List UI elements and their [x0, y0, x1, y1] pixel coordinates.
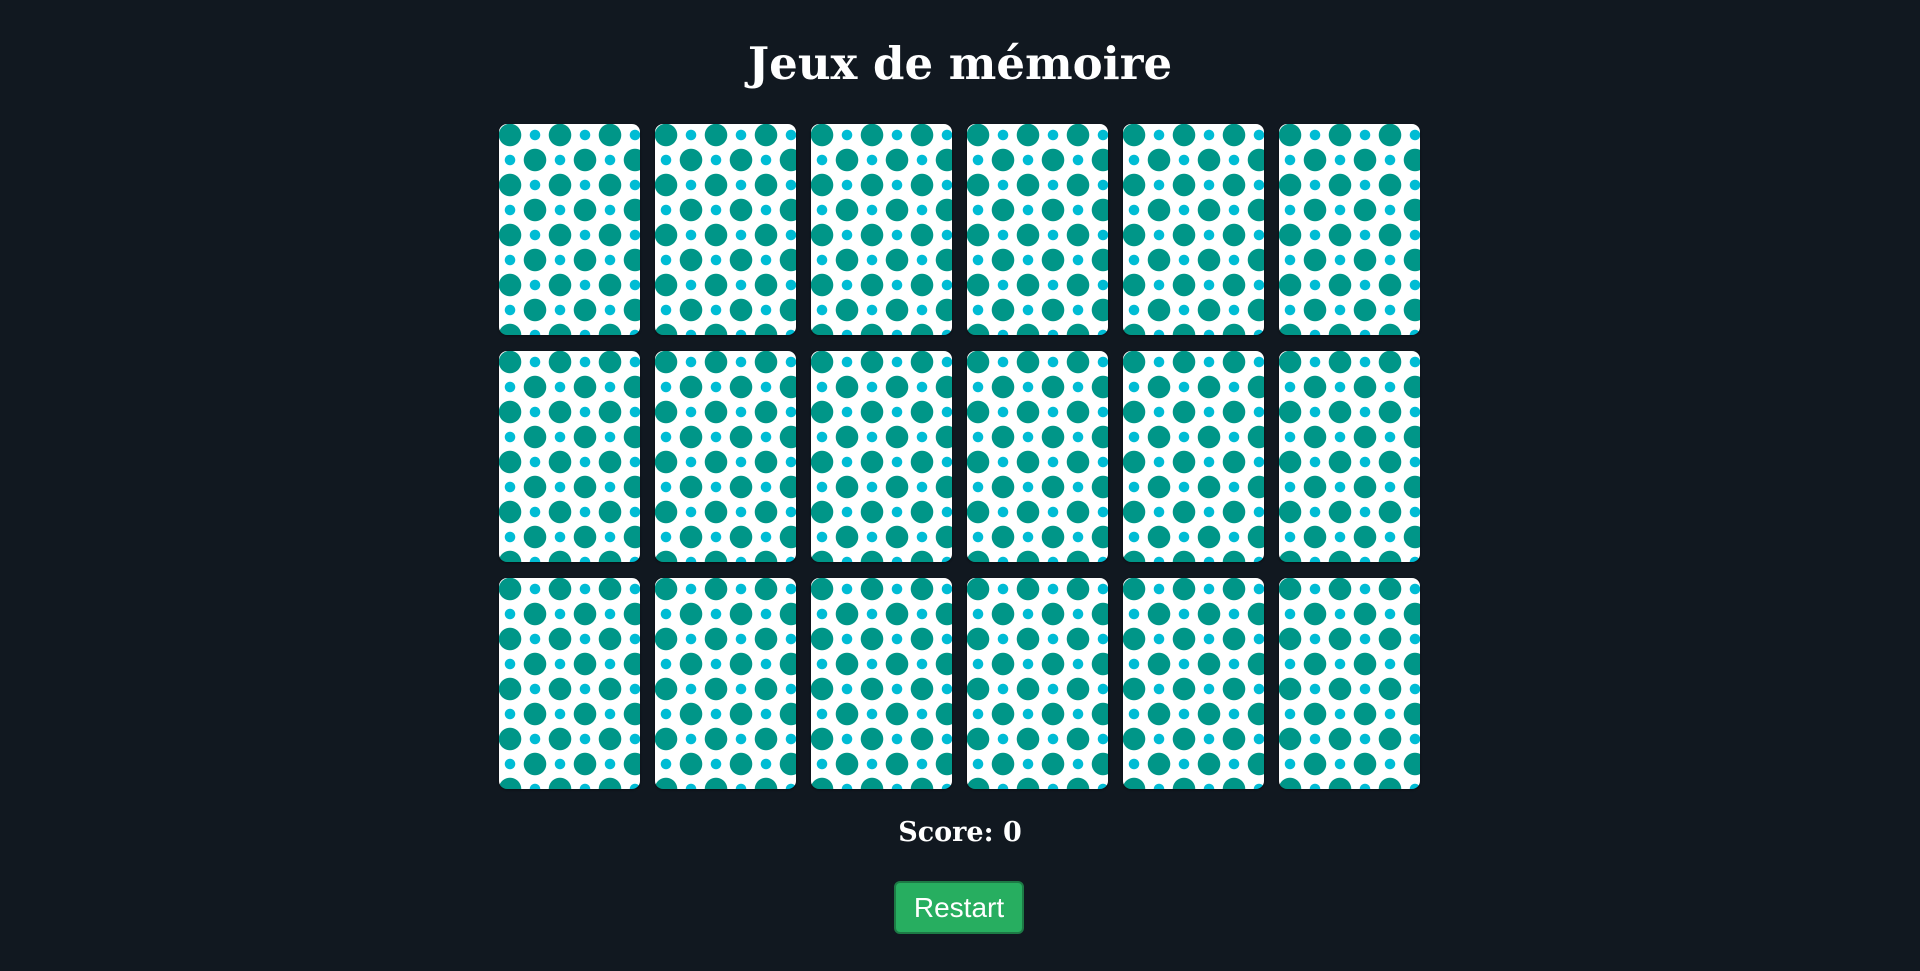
memory-card[interactable] [655, 351, 796, 562]
memory-card[interactable] [499, 578, 640, 789]
memory-card[interactable] [811, 578, 952, 789]
page-title: Jeux de mémoire [747, 37, 1173, 90]
memory-card[interactable] [499, 124, 640, 335]
memory-card[interactable] [655, 124, 796, 335]
memory-card[interactable] [811, 124, 952, 335]
memory-card[interactable] [499, 351, 640, 562]
memory-card[interactable] [1279, 578, 1420, 789]
memory-card[interactable] [967, 351, 1108, 562]
memory-card[interactable] [1123, 578, 1264, 789]
memory-card[interactable] [811, 351, 952, 562]
restart-button[interactable]: Restart [894, 881, 1024, 934]
memory-card[interactable] [655, 578, 796, 789]
memory-card[interactable] [1279, 124, 1420, 335]
score-display: Score: 0 [898, 817, 1022, 848]
memory-card[interactable] [967, 578, 1108, 789]
memory-card[interactable] [1123, 351, 1264, 562]
card-grid [499, 124, 1420, 789]
memory-card[interactable] [1123, 124, 1264, 335]
memory-card[interactable] [967, 124, 1108, 335]
memory-card[interactable] [1279, 351, 1420, 562]
